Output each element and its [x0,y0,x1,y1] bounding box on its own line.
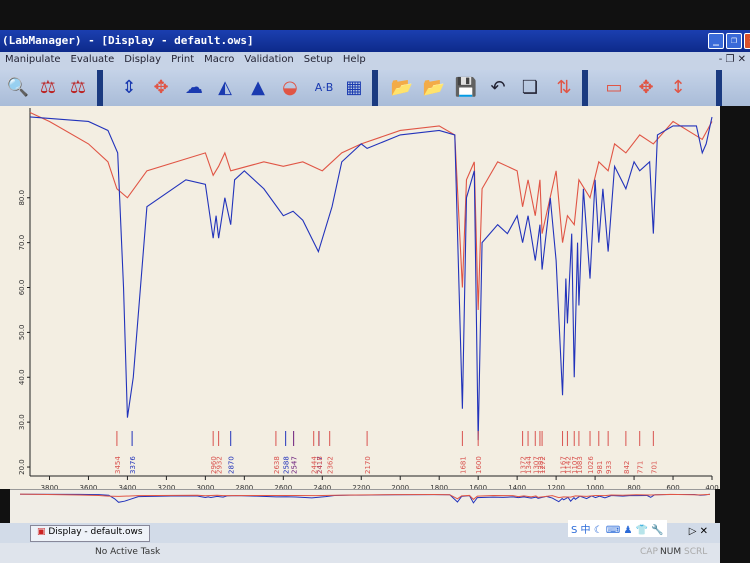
minimize-button[interactable]: _ [708,33,724,49]
mdi-controls-icon[interactable]: - ❐ ✕ [719,54,746,65]
transfer-spectrum-icon[interactable]: ⇅ [550,73,578,101]
tab-label: Display - default.ows [48,527,143,537]
menu-manipulate[interactable]: Manipulate [0,52,66,67]
weight-alert-icon[interactable]: ⚖ [34,73,62,101]
baseline-icon[interactable]: ☁ [180,73,208,101]
overview-chart [19,493,711,504]
spectrum-plot[interactable]: 3800 3600 3400 3200 3000 2800 2600 2400 2200 2000… [0,106,720,492]
peak-label: 701 [650,461,658,474]
table-icon[interactable]: ▦ [340,73,368,101]
save-all-icon[interactable]: ❏ [516,73,544,101]
peak-label: 2170 [364,456,372,474]
ime-toolbar[interactable]: S 中 ☾ ⌨ ♟ 👕 🔧 [568,520,667,537]
y-tick-label: 50.0 [18,325,26,341]
peak-label-icon[interactable]: A·B [310,73,338,101]
spectra-overlay-icon[interactable]: ▲ [244,73,272,101]
peak-label: 1026 [587,456,595,474]
weight-check-icon[interactable]: ⚖ [64,73,92,101]
spectrum-chart: 3800 3600 3400 3200 3000 2800 2600 2400 2200 2000… [18,108,719,492]
toolbar-separator [582,70,588,106]
display-zoom-icon[interactable]: ✥ [632,73,660,101]
y-tick-label: 70.0 [18,235,26,251]
ime-label: S 中 [571,525,591,536]
undo-icon[interactable]: ↶ [484,73,512,101]
y-tick-label: 40.0 [18,369,26,385]
peak-label: 1681 [459,456,467,474]
peak-label: 771 [637,461,645,474]
open-recent-icon[interactable]: 📂 [420,73,448,101]
y-tick-label: 20.0 [18,459,26,475]
close-button[interactable]: ✕ [744,33,750,49]
overview-strip[interactable] [10,489,715,523]
tab-close-icon[interactable]: ▷ ✕ [689,526,708,537]
search-icon[interactable]: 🔍 [4,73,32,101]
peak-label: 1083 [576,456,584,474]
peak-label: 2547 [291,456,299,474]
peak-label: 2870 [228,456,236,474]
y-tick-label: 60.0 [18,280,26,296]
zoom-all-icon[interactable]: ✥ [147,73,175,101]
peak-label: 2932 [216,456,224,474]
peak-label: 3376 [129,456,137,474]
menu-validation[interactable]: Validation [239,52,298,67]
peak-label: 842 [623,461,631,474]
y-tick-label: 30.0 [18,414,26,430]
menu-bar: Manipulate Evaluate Display Print Macro Valid… [0,52,750,70]
status-task: No Active Task [95,547,161,557]
menu-help[interactable]: Help [338,52,371,67]
peak-label: 1600 [475,456,483,474]
peak-label: 981 [596,461,604,474]
menu-evaluate[interactable]: Evaluate [66,52,120,67]
status-bar: No Active Task CAP NUM SCRL [0,543,720,563]
status-cap: CAP [640,547,658,557]
peak-label: 2588 [283,456,291,474]
document-icon: ▣ [37,527,49,537]
menu-display[interactable]: Display [119,52,166,67]
spectrum-red [29,111,713,310]
window-title: (LabManager) - [Display - default.ows] [2,34,254,47]
menu-print[interactable]: Print [166,52,199,67]
menu-setup[interactable]: Setup [299,52,338,67]
peak-label: 2418 [316,456,324,474]
peak-label: 2638 [273,456,281,474]
spectra-mirror-icon[interactable]: ◒ [276,73,304,101]
peak-label: 1272 [539,456,547,474]
peak-label: 2362 [327,456,335,474]
toolbar-separator [97,70,103,106]
title-bar: (LabManager) - [Display - default.ows] _… [0,30,750,52]
peak-label: 933 [605,461,613,474]
toolbar-separator [372,70,378,106]
open-folder-icon[interactable]: 📂 [388,73,416,101]
tab-display-default[interactable]: ▣ Display - default.ows [30,525,150,542]
save-icon[interactable]: 💾 [452,73,480,101]
toolbar-separator [716,70,722,106]
status-scrl: SCRL [684,547,708,557]
spectra-stack-icon[interactable]: ◭ [211,73,239,101]
restore-button[interactable]: ❐ [726,33,742,49]
peak-label: 3454 [114,456,122,474]
status-num: NUM [660,547,682,557]
menu-macro[interactable]: Macro [199,52,239,67]
display-scale-icon[interactable]: ↕ [664,73,692,101]
display-spectrum-icon[interactable]: ▭ [600,73,628,101]
toolbar: 🔍 ⚖ ⚖ ⇕ ✥ ☁ ◭ ▲ ◒ A·B ▦ 📂 📂 💾 ↶ ❏ ⇅ ▭ ✥ … [0,70,750,106]
y-tick-label: 80.0 [18,190,26,206]
scale-y-icon[interactable]: ⇕ [115,73,143,101]
